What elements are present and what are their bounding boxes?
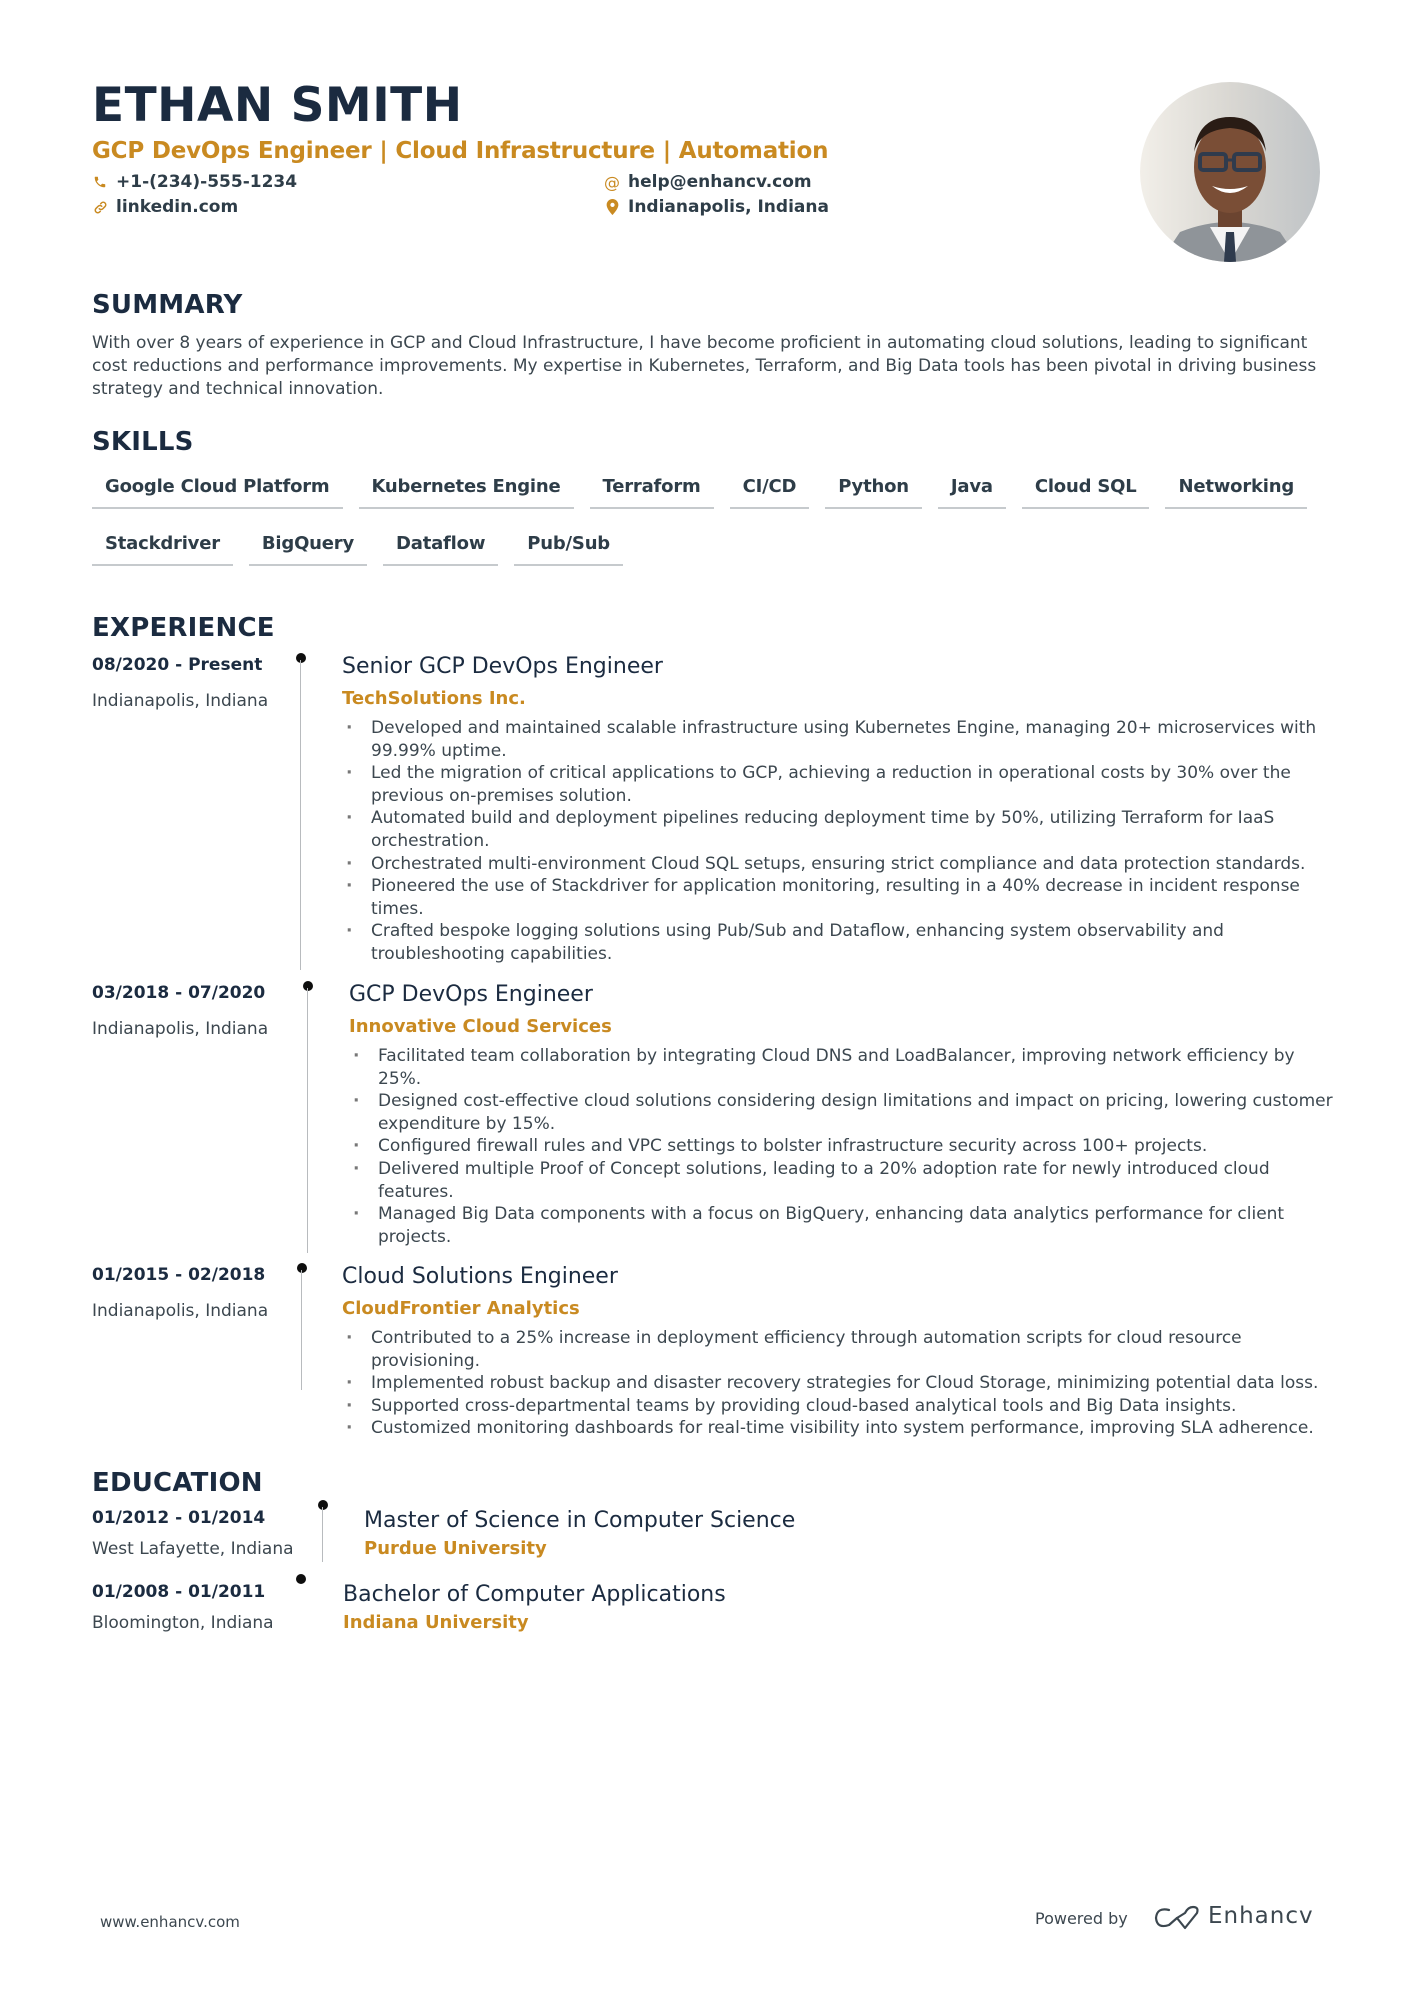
experience-heading: EXPERIENCE [92, 613, 275, 643]
edu-degree: Bachelor of Computer Applications [343, 1582, 726, 1607]
contact-linkedin[interactable]: linkedin.com [92, 197, 238, 217]
edu-school: Purdue University [364, 1538, 547, 1559]
job-bullet: Contributed to a 25% increase in deploym… [342, 1327, 1342, 1372]
summary-text: With over 8 years of experience in GCP a… [92, 333, 1317, 399]
job-bullet: Pioneered the use of Stackdriver for app… [342, 875, 1332, 920]
skill-tag: Networking [1165, 470, 1308, 509]
skill-tag: CI/CD [729, 470, 810, 509]
job-dates: 08/2020 - Present [92, 655, 263, 675]
job-bullet: Led the migration of critical applicatio… [342, 762, 1332, 807]
footer-website-link[interactable]: www.enhancv.com [100, 1913, 240, 1931]
job-company: Innovative Cloud Services [349, 1016, 612, 1037]
location-pin-icon [604, 199, 620, 215]
job-bullets: Developed and maintained scalable infras… [342, 717, 1332, 966]
skill-tag: Pub/Sub [514, 527, 623, 566]
linkedin-text: linkedin.com [116, 197, 239, 217]
job-dates: 01/2015 - 02/2018 [92, 1265, 266, 1285]
job-dates: 03/2018 - 07/2020 [92, 983, 266, 1003]
skill-tag: Cloud SQL [1021, 470, 1150, 509]
contact-email[interactable]: @ help@enhancv.com [604, 172, 812, 192]
enhancv-logo-icon [1153, 1903, 1201, 1933]
job-bullet: Managed Big Data components with a focus… [349, 1203, 1334, 1248]
phone-icon [92, 174, 108, 190]
skill-tag: Java [937, 470, 1006, 509]
job-company: TechSolutions Inc. [342, 688, 526, 709]
timeline-dot [318, 1500, 328, 1510]
link-icon [92, 199, 108, 215]
timeline-dot [296, 1574, 306, 1584]
timeline-line [322, 1507, 323, 1562]
at-icon: @ [604, 172, 620, 192]
job-bullets: Contributed to a 25% increase in deploym… [342, 1327, 1342, 1440]
edu-dates: 01/2008 - 01/2011 [92, 1582, 266, 1602]
job-location: Indianapolis, Indiana [92, 1301, 269, 1321]
edu-dates: 01/2012 - 01/2014 [92, 1508, 266, 1528]
enhancv-brand-name: Enhancv [1208, 1903, 1314, 1929]
summary-heading: SUMMARY [92, 290, 243, 320]
job-bullet: Implemented robust backup and disaster r… [342, 1372, 1342, 1395]
timeline-line [301, 1270, 302, 1390]
job-bullet: Customized monitoring dashboards for rea… [342, 1417, 1342, 1440]
skill-tag: Stackdriver [92, 527, 233, 566]
contact-phone[interactable]: +1-(234)-555-1234 [92, 172, 297, 192]
skill-tag: Kubernetes Engine [358, 470, 574, 509]
contact-location: Indianapolis, Indiana [604, 197, 829, 217]
profile-photo [1140, 82, 1320, 262]
job-bullet: Developed and maintained scalable infras… [342, 717, 1332, 762]
skill-tag: Terraform [589, 470, 714, 509]
timeline-dot [303, 981, 313, 991]
timeline-dot [297, 1263, 307, 1273]
job-location: Indianapolis, Indiana [92, 691, 269, 711]
job-bullet: Crafted bespoke logging solutions using … [342, 920, 1332, 965]
edu-school: Indiana University [343, 1612, 529, 1633]
skill-tag: BigQuery [248, 527, 368, 566]
phone-text: +1-(234)-555-1234 [116, 172, 298, 192]
skill-tag: Python [825, 470, 922, 509]
job-bullet: Orchestrated multi-environment Cloud SQL… [342, 853, 1332, 876]
job-location: Indianapolis, Indiana [92, 1019, 269, 1039]
timeline-line [307, 988, 308, 1253]
email-text: help@enhancv.com [628, 172, 812, 192]
edu-degree: Master of Science in Computer Science [364, 1508, 796, 1533]
job-title: Senior GCP DevOps Engineer [342, 654, 663, 679]
edu-location: Bloomington, Indiana [92, 1613, 274, 1633]
skills-list: Google Cloud Platform Kubernetes Engine … [92, 470, 1332, 566]
job-bullets: Facilitated team collaboration by integr… [349, 1045, 1334, 1248]
location-text: Indianapolis, Indiana [628, 197, 829, 217]
job-title: GCP DevOps Engineer [349, 982, 593, 1007]
education-heading: EDUCATION [92, 1468, 263, 1498]
job-bullet: Facilitated team collaboration by integr… [349, 1045, 1334, 1090]
powered-by-label: Powered by [1035, 1909, 1128, 1928]
skill-tag: Google Cloud Platform [92, 470, 343, 509]
timeline-line [300, 660, 301, 970]
candidate-headline: GCP DevOps Engineer | Cloud Infrastructu… [92, 138, 829, 164]
job-bullet: Configured firewall rules and VPC settin… [349, 1135, 1334, 1158]
skills-heading: SKILLS [92, 427, 194, 457]
job-company: CloudFrontier Analytics [342, 1298, 580, 1319]
job-bullet: Supported cross-departmental teams by pr… [342, 1395, 1342, 1418]
candidate-name: ETHAN SMITH [92, 78, 463, 133]
job-bullet: Delivered multiple Proof of Concept solu… [349, 1158, 1334, 1203]
job-bullet: Designed cost-effective cloud solutions … [349, 1090, 1334, 1135]
timeline-dot [296, 653, 306, 663]
edu-location: West Lafayette, Indiana [92, 1539, 294, 1559]
job-title: Cloud Solutions Engineer [342, 1264, 618, 1289]
skill-tag: Dataflow [383, 527, 499, 566]
job-bullet: Automated build and deployment pipelines… [342, 807, 1332, 852]
